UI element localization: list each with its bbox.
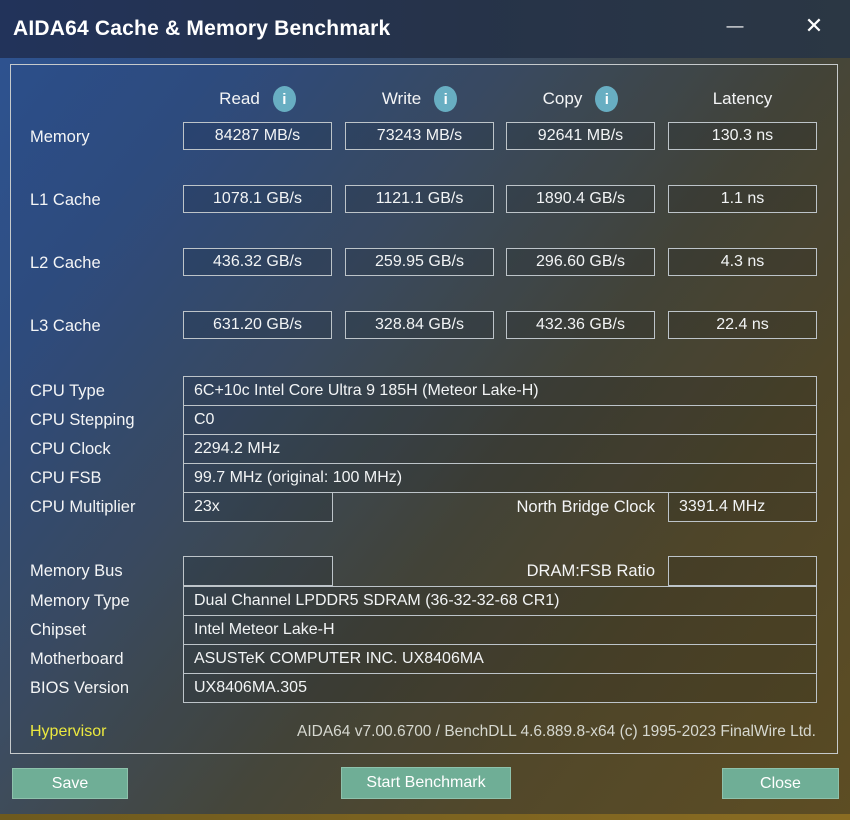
column-header-copy: Copy i	[506, 84, 655, 114]
column-header-read-label: Read	[219, 89, 260, 108]
info-glyph: i	[443, 90, 448, 108]
column-header-write: Write i	[345, 84, 494, 114]
value-box-l1-read: 1078.1 GB/s	[183, 185, 332, 213]
version-text: AIDA64 v7.00.6700 / BenchDLL 4.6.889.8-x…	[297, 723, 816, 740]
info-icon[interactable]: i	[272, 86, 296, 112]
field-dram-fsb-ratio	[668, 556, 817, 586]
column-header-latency-label: Latency	[712, 89, 773, 108]
value-box-l2-read: 436.32 GB/s	[183, 248, 332, 276]
row-label-cpu-fsb: CPU FSB	[30, 468, 102, 487]
info-glyph: i	[604, 90, 609, 108]
minimize-icon[interactable]: —	[712, 0, 758, 52]
field-north-bridge-clock: 3391.4 MHz	[668, 492, 817, 522]
start-benchmark-button[interactable]: Start Benchmark	[341, 767, 511, 799]
hypervisor-label: Hypervisor	[30, 723, 107, 740]
row-label-memory-type: Memory Type	[30, 591, 130, 610]
field-bios-version: UX8406MA.305	[183, 673, 817, 703]
row-label-chipset: Chipset	[30, 620, 86, 639]
row-label-l3-cache: L3 Cache	[30, 316, 101, 335]
row-label-dram-fsb-ratio: DRAM:FSB Ratio	[526, 561, 655, 580]
row-label-north-bridge-clock: North Bridge Clock	[516, 497, 655, 516]
row-label-l2-cache: L2 Cache	[30, 253, 101, 272]
field-chipset: Intel Meteor Lake-H	[183, 615, 817, 645]
value-box-l2-copy: 296.60 GB/s	[506, 248, 655, 276]
close-button[interactable]: Close	[722, 768, 839, 799]
window-title: AIDA64 Cache & Memory Benchmark	[13, 17, 391, 40]
value-box-l3-write: 328.84 GB/s	[345, 311, 494, 339]
row-label-l1-cache: L1 Cache	[30, 190, 101, 209]
field-motherboard: ASUSTeK COMPUTER INC. UX8406MA	[183, 644, 817, 674]
column-header-read: Read i	[183, 84, 332, 114]
row-label-cpu-clock: CPU Clock	[30, 439, 111, 458]
row-label-memory-bus: Memory Bus	[30, 561, 123, 580]
save-button[interactable]: Save	[12, 768, 128, 799]
value-box-l1-copy: 1890.4 GB/s	[506, 185, 655, 213]
info-icon[interactable]: i	[434, 86, 458, 112]
window-bottom-edge	[0, 814, 850, 820]
value-box-l1-latency: 1.1 ns	[668, 185, 817, 213]
value-box-l3-read: 631.20 GB/s	[183, 311, 332, 339]
field-cpu-stepping: C0	[183, 405, 817, 435]
value-box-l3-copy: 432.36 GB/s	[506, 311, 655, 339]
field-memory-bus	[183, 556, 333, 586]
value-box-memory-copy: 92641 MB/s	[506, 122, 655, 150]
field-cpu-fsb: 99.7 MHz (original: 100 MHz)	[183, 463, 817, 493]
value-box-l3-latency: 22.4 ns	[668, 311, 817, 339]
value-box-l2-write: 259.95 GB/s	[345, 248, 494, 276]
field-memory-type: Dual Channel LPDDR5 SDRAM (36-32-32-68 C…	[183, 586, 817, 616]
row-label-bios-version: BIOS Version	[30, 678, 130, 697]
row-label-cpu-stepping: CPU Stepping	[30, 410, 135, 429]
value-box-memory-write: 73243 MB/s	[345, 122, 494, 150]
info-glyph: i	[282, 90, 287, 108]
info-icon[interactable]: i	[595, 86, 619, 112]
row-label-motherboard: Motherboard	[30, 649, 124, 668]
field-cpu-type: 6C+10c Intel Core Ultra 9 185H (Meteor L…	[183, 376, 817, 406]
value-box-memory-read: 84287 MB/s	[183, 122, 332, 150]
row-label-cpu-multiplier: CPU Multiplier	[30, 497, 136, 516]
value-box-memory-latency: 130.3 ns	[668, 122, 817, 150]
column-header-latency: Latency	[668, 84, 817, 114]
column-header-write-label: Write	[381, 89, 422, 108]
column-header-copy-label: Copy	[542, 89, 583, 108]
row-label-cpu-type: CPU Type	[30, 381, 105, 400]
close-icon[interactable]: ✕	[791, 0, 837, 52]
row-label-memory: Memory	[30, 127, 90, 146]
field-cpu-clock: 2294.2 MHz	[183, 434, 817, 464]
field-cpu-multiplier: 23x	[183, 492, 333, 522]
value-box-l1-write: 1121.1 GB/s	[345, 185, 494, 213]
value-box-l2-latency: 4.3 ns	[668, 248, 817, 276]
